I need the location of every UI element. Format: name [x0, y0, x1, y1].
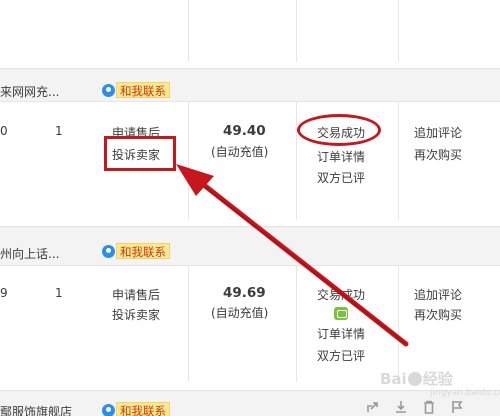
- col-divider: [296, 102, 297, 220]
- trash-icon[interactable]: [422, 400, 436, 414]
- share-icon[interactable]: [366, 400, 380, 414]
- add-review-link[interactable]: 追加评论: [414, 124, 462, 141]
- both-reviewed-link[interactable]: 双方已评: [317, 169, 365, 186]
- highlight-box: [104, 136, 176, 171]
- col-divider: [398, 0, 399, 62]
- col-divider: [188, 266, 189, 382]
- quantity: 1: [55, 286, 63, 300]
- col-divider: [398, 266, 399, 382]
- chat-bubble-icon: [102, 83, 115, 97]
- shop-name[interactable]: 鄢服饰旗舰店: [0, 403, 72, 416]
- payment-note: (自动充值): [211, 306, 269, 320]
- payment-note: (自动充值): [211, 145, 269, 159]
- arrow-head: [176, 164, 214, 196]
- order-total: 49.40: [223, 123, 266, 139]
- highlight-ellipse: [297, 114, 381, 146]
- col-divider: [188, 102, 189, 220]
- contact-seller-button[interactable]: 和我联系: [102, 242, 170, 260]
- col-divider: [188, 0, 189, 62]
- chat-bubble-icon: [102, 244, 115, 258]
- contact-label: 和我联系: [116, 243, 170, 259]
- trade-status: 交易成功: [317, 288, 366, 302]
- buy-again-link[interactable]: 再次购买: [414, 146, 462, 163]
- watermark-logo: Bai 经验: [380, 370, 453, 388]
- order-detail-link[interactable]: 订单详情: [317, 325, 365, 342]
- apply-after-sale-link[interactable]: 申请售后: [112, 286, 160, 303]
- shop-name[interactable]: 来网网充...: [0, 83, 59, 100]
- order-detail-link[interactable]: 订单详情: [317, 148, 365, 165]
- arrow-annotation: [176, 164, 409, 347]
- col-divider: [296, 0, 297, 62]
- order-total: 49.69: [223, 285, 266, 301]
- contact-seller-button[interactable]: 和我联系: [102, 401, 170, 416]
- paw-icon: [407, 372, 422, 386]
- unit-price-fragment: 0: [0, 124, 8, 138]
- complain-seller-link[interactable]: 投诉卖家: [112, 306, 160, 323]
- order-header: [0, 68, 500, 102]
- shop-name[interactable]: 州向上话...: [0, 245, 59, 262]
- download-icon[interactable]: [394, 400, 408, 414]
- contact-label: 和我联系: [116, 402, 170, 416]
- col-divider: [296, 266, 297, 382]
- watermark-url: jingyan.baidu.com: [430, 388, 500, 398]
- both-reviewed-link[interactable]: 双方已评: [317, 347, 365, 364]
- order-list-page: 来网网充... 和我联系 0 1 申请售后 投诉卖家 49.40 (自动充值) …: [0, 0, 500, 416]
- wangwang-chat-icon[interactable]: [334, 307, 348, 320]
- buy-again-link[interactable]: 再次购买: [414, 306, 462, 323]
- contact-label: 和我联系: [116, 82, 170, 98]
- contact-seller-button[interactable]: 和我联系: [102, 81, 170, 99]
- add-review-link[interactable]: 追加评论: [414, 286, 462, 303]
- flag-icon[interactable]: [450, 400, 464, 414]
- unit-price-fragment: 9: [0, 286, 8, 300]
- chat-bubble-icon: [102, 403, 115, 416]
- quantity: 1: [55, 124, 63, 138]
- order-header: [0, 226, 500, 266]
- col-divider: [398, 102, 399, 220]
